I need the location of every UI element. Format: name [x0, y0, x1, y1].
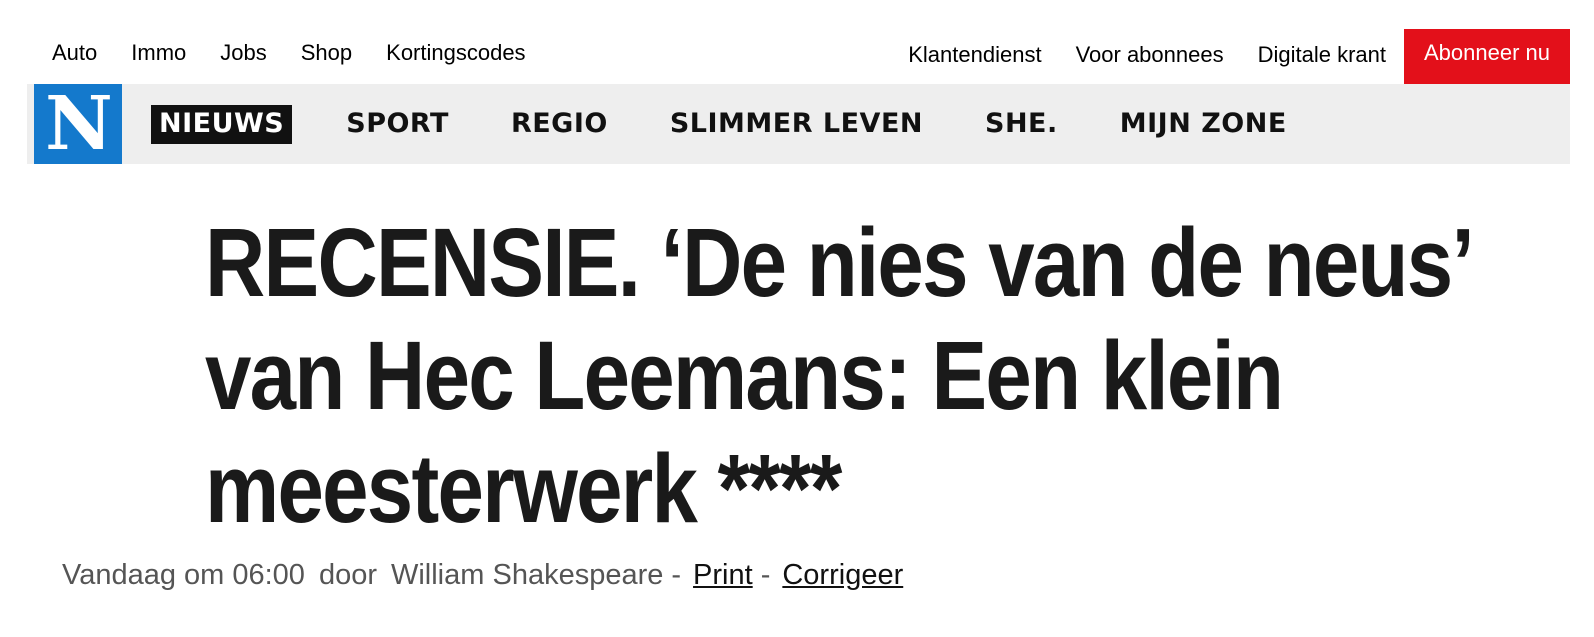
topbar-link-jobs[interactable]: Jobs [220, 40, 266, 66]
article-author: William Shakespeare [390, 559, 664, 591]
article-date: Vandaag om 06:00 [62, 559, 305, 591]
topbar-link-voor-abonnees[interactable]: Voor abonnees [1076, 42, 1224, 68]
nav-item-sport[interactable]: SPORT [338, 105, 457, 144]
topbar-link-digitale-krant[interactable]: Digitale krant [1258, 42, 1386, 68]
subscribe-button[interactable]: Abonneer nu [1404, 29, 1570, 84]
byline-separator: - [671, 559, 682, 591]
print-link[interactable]: Print [693, 559, 753, 592]
topbar-left-links: Auto Immo Jobs Shop Kortingscodes [52, 40, 560, 66]
topbar-link-kortingscodes[interactable]: Kortingscodes [386, 40, 525, 66]
nav-item-regio[interactable]: REGIO [503, 105, 616, 144]
top-utility-bar: Auto Immo Jobs Shop Kortingscodes Klante… [0, 0, 1594, 84]
byline-separator: - [760, 559, 771, 591]
topbar-right-links: Klantendienst Voor abonnees Digitale kra… [908, 29, 1570, 84]
site-logo[interactable]: N [34, 84, 122, 164]
corrigeer-link[interactable]: Corrigeer [782, 559, 903, 592]
nav-items: NIEUWS SPORT REGIO SLIMMER LEVEN SHE. MI… [151, 84, 1341, 164]
main-navigation: N NIEUWS SPORT REGIO SLIMMER LEVEN SHE. … [27, 84, 1570, 164]
topbar-link-immo[interactable]: Immo [131, 40, 186, 66]
topbar-link-auto[interactable]: Auto [52, 40, 97, 66]
logo-letter: N [45, 81, 113, 167]
nav-item-mijn-zone[interactable]: MIJN ZONE [1112, 105, 1295, 144]
nav-item-slimmer-leven[interactable]: SLIMMER LEVEN [662, 105, 931, 144]
topbar-link-klantendienst[interactable]: Klantendienst [908, 42, 1041, 68]
topbar-link-shop[interactable]: Shop [301, 40, 352, 66]
article-byline: Vandaag om 06:00 door William Shakespear… [62, 559, 917, 592]
nav-item-she[interactable]: SHE. [977, 105, 1066, 144]
article-headline: RECENSIE. ‘De nies van de neus’ van Hec … [205, 208, 1470, 543]
byline-door: door [318, 559, 377, 591]
nav-item-nieuws[interactable]: NIEUWS [151, 104, 293, 144]
